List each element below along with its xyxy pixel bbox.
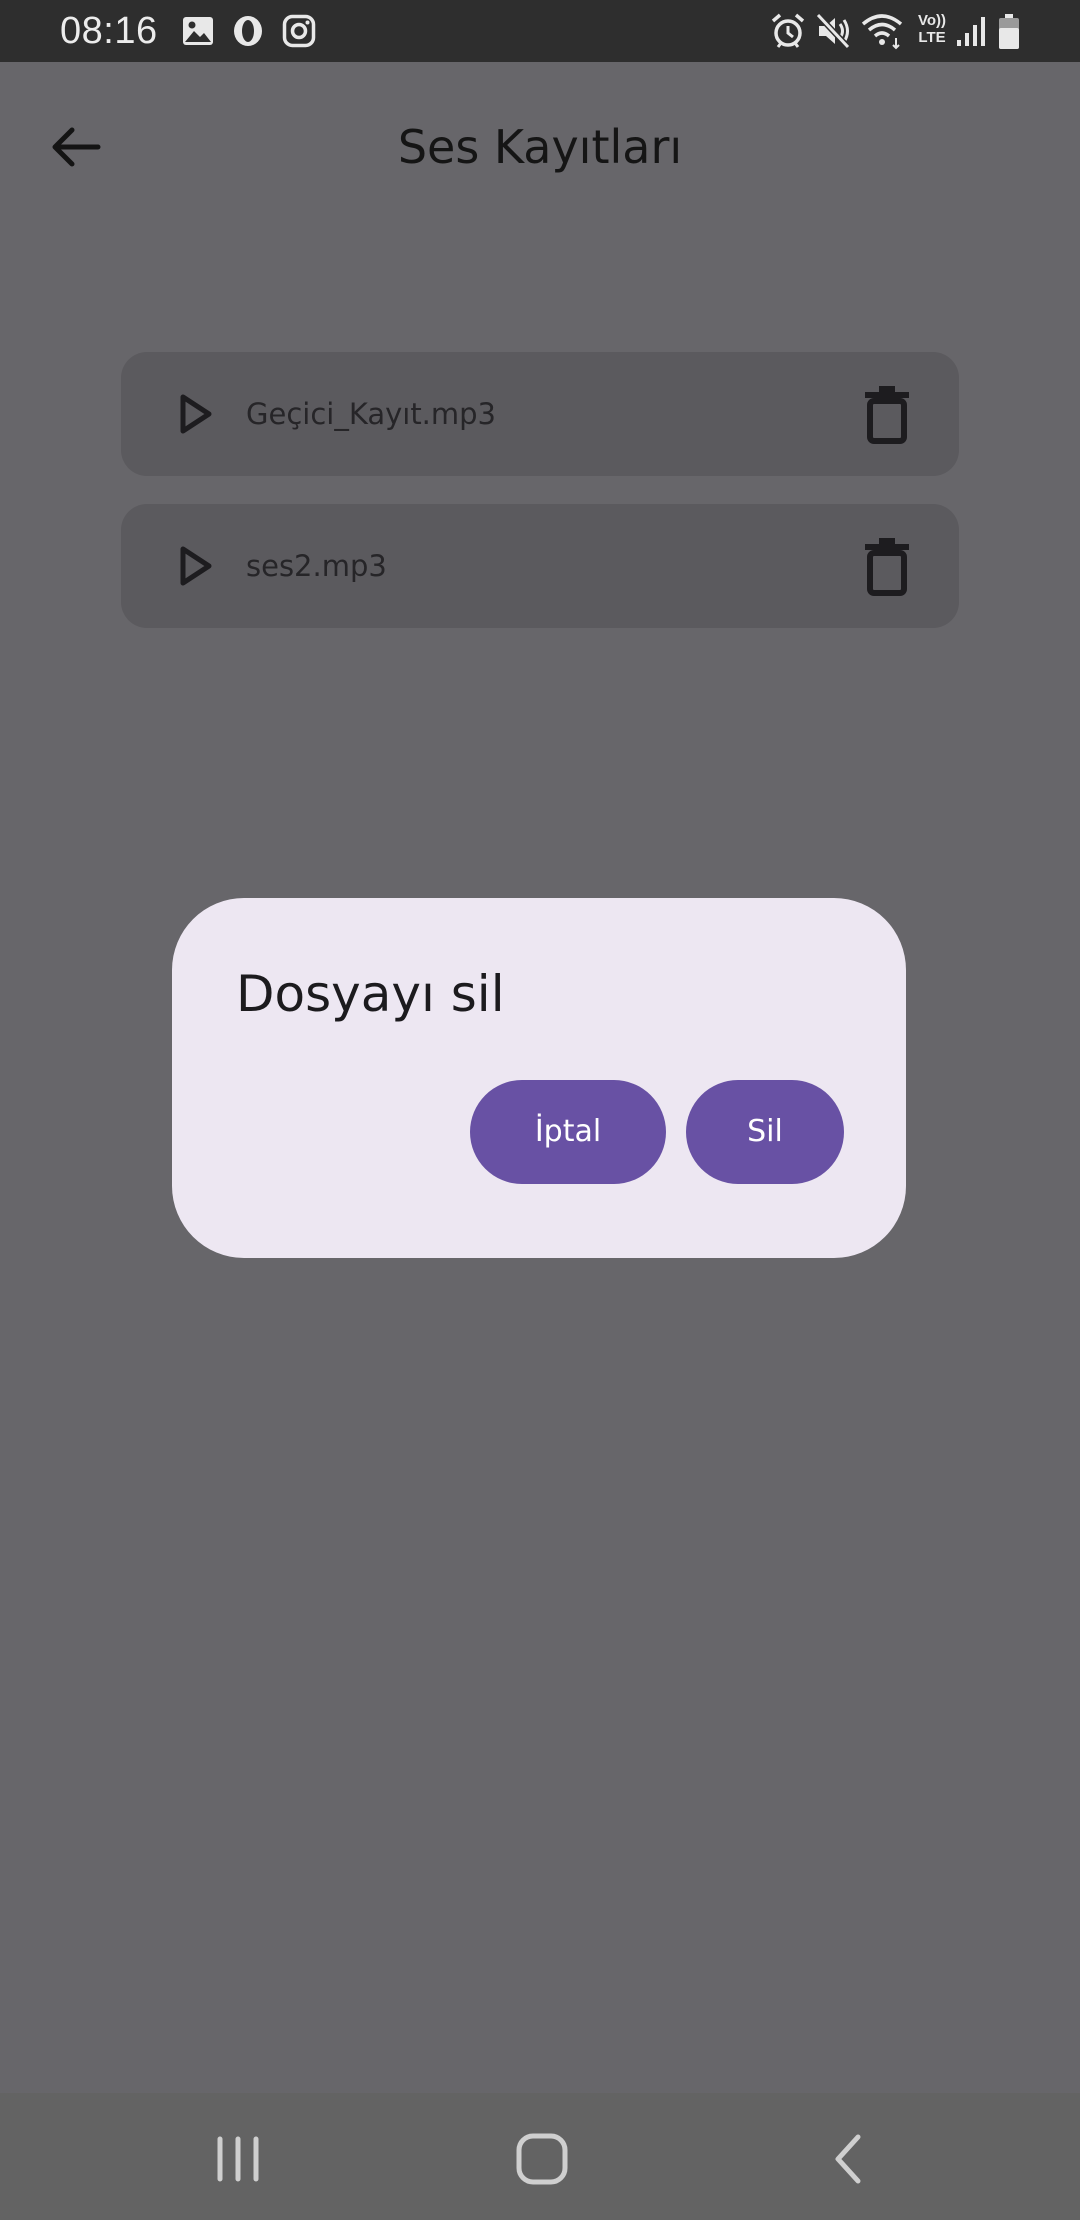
dialog-title: Dosyayı sil xyxy=(236,965,505,1023)
page-title: Ses Kayıtları xyxy=(397,120,683,174)
status-bar: 08:16 Vo)) LTE xyxy=(0,0,1080,62)
volte-bottom-text: LTE xyxy=(918,29,946,46)
recording-name: Geçici_Kayıt.mp3 xyxy=(246,397,497,431)
alarm-icon xyxy=(770,12,806,50)
instagram-icon xyxy=(282,14,316,48)
mute-icon xyxy=(815,12,851,50)
opera-icon xyxy=(232,14,264,48)
status-time: 08:16 xyxy=(60,10,158,52)
recording-item[interactable]: Geçici_Kayıt.mp3 xyxy=(121,352,959,476)
signal-icon xyxy=(955,14,987,48)
home-icon[interactable] xyxy=(514,2131,570,2187)
battery-icon xyxy=(998,14,1020,50)
volte-icon: Vo)) LTE xyxy=(914,12,950,50)
delete-button[interactable]: Sil xyxy=(686,1080,844,1184)
cancel-button[interactable]: İptal xyxy=(470,1080,666,1184)
play-icon[interactable] xyxy=(169,388,221,440)
delete-file-dialog: Dosyayı sil İptal Sil xyxy=(172,898,906,1258)
gallery-icon xyxy=(182,16,214,46)
back-icon[interactable] xyxy=(822,2131,878,2187)
recordings-list: Geçici_Kayıt.mp3 ses2.mp3 xyxy=(121,352,959,656)
wifi-icon xyxy=(860,12,904,50)
trash-icon[interactable] xyxy=(855,382,919,446)
recording-item[interactable]: ses2.mp3 xyxy=(121,504,959,628)
recents-icon[interactable] xyxy=(212,2133,264,2185)
play-icon[interactable] xyxy=(169,540,221,592)
volte-top-text: Vo)) xyxy=(917,12,947,29)
trash-icon[interactable] xyxy=(855,534,919,598)
navigation-bar xyxy=(0,2093,1080,2220)
recording-name: ses2.mp3 xyxy=(246,549,387,583)
